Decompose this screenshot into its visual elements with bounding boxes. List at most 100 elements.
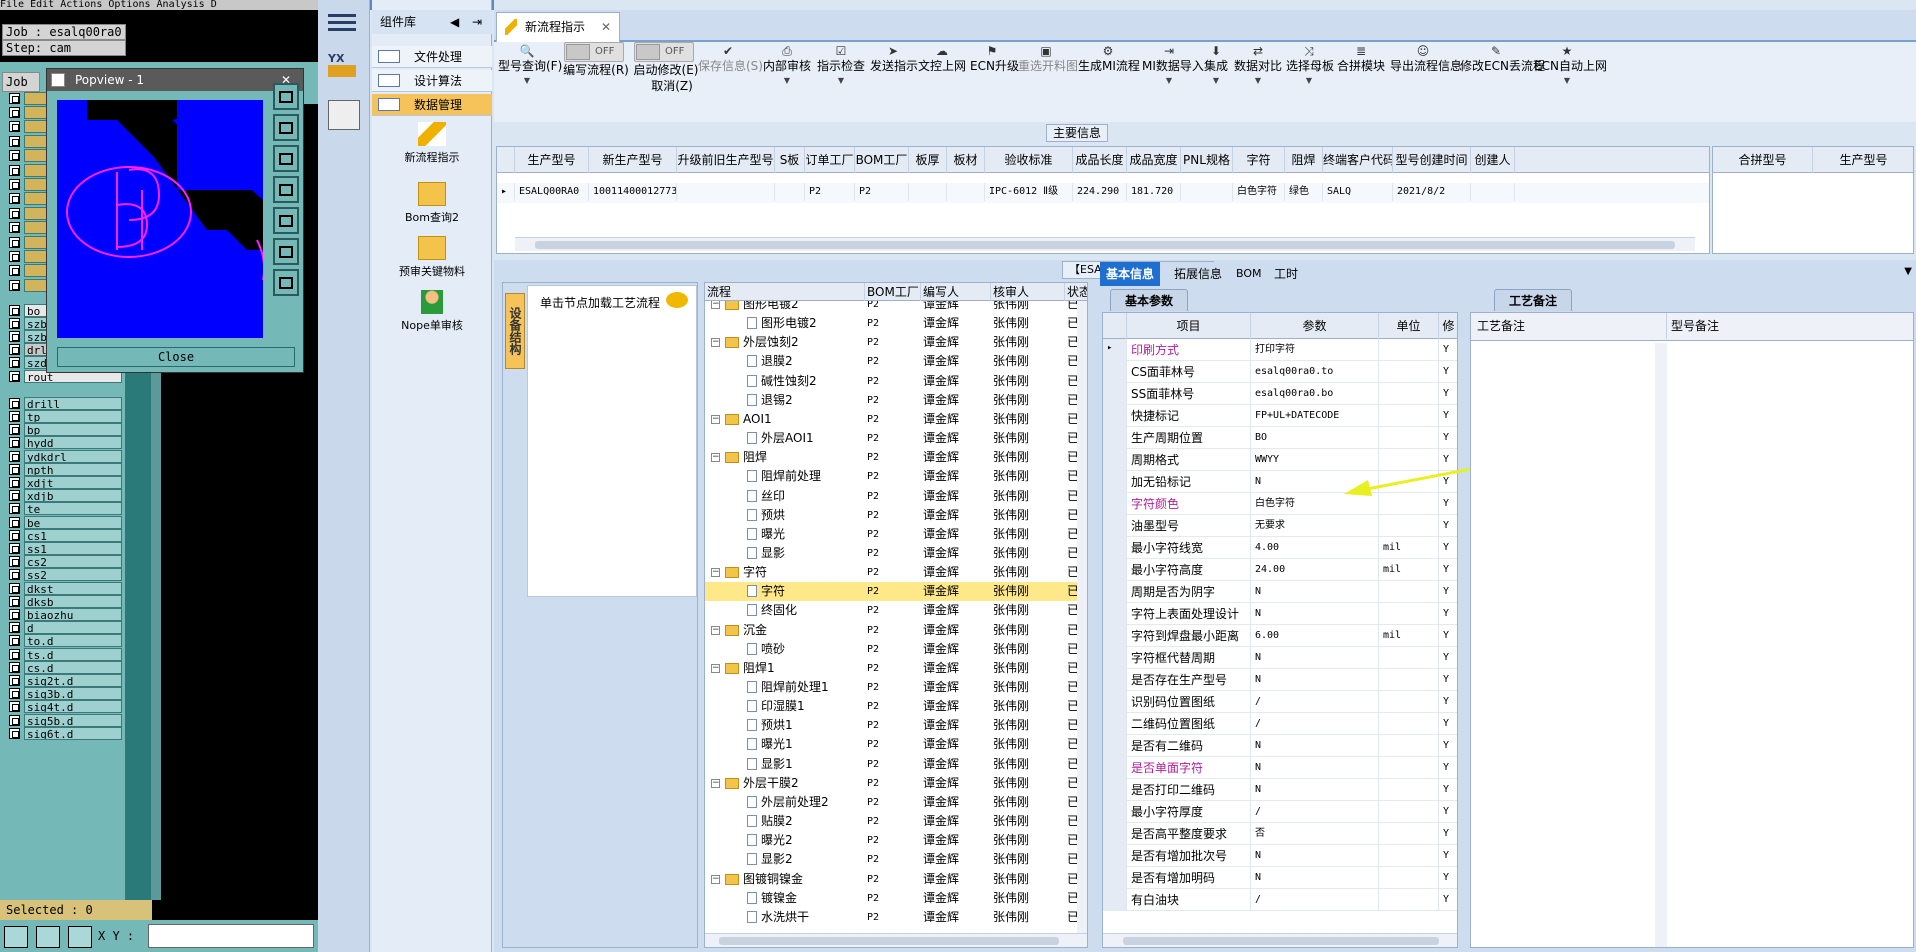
collapse-icon[interactable]: −	[711, 301, 720, 309]
row-selector[interactable]	[1103, 449, 1127, 471]
main-col-header[interactable]: 字符	[1233, 147, 1285, 173]
toolbar-button-7[interactable]: ☁ 文控上网	[918, 44, 966, 114]
tab-work-hours[interactable]: 工时	[1268, 262, 1304, 286]
tree-node[interactable]: 阻焊前处理1 P2 谭金辉 张伟刚 已上网	[705, 678, 1077, 697]
tree-node[interactable]: 喷砂 P2 谭金辉 张伟刚 已上网	[705, 640, 1077, 659]
toolbar-button-5[interactable]: ☑ 指示检查 ▼	[816, 44, 866, 114]
toolbar-button-11[interactable]: ⇥ MI数据导入 ▼	[1142, 44, 1204, 114]
layer-checkbox[interactable]	[9, 674, 20, 686]
popview-up-button[interactable]	[273, 114, 299, 141]
layer-checkbox[interactable]	[9, 207, 20, 219]
row-selector[interactable]	[1103, 735, 1127, 757]
tree-col-header[interactable]: 状态	[1065, 283, 1087, 301]
layer-checkbox[interactable]	[9, 648, 20, 660]
collapse-icon[interactable]: −	[711, 625, 720, 635]
main-col-header[interactable]: 创建人	[1471, 147, 1515, 173]
row-selector[interactable]	[1103, 801, 1127, 823]
main-cell[interactable]: 白色字符	[1233, 183, 1285, 201]
tree-node[interactable]: 预烘 P2 谭金辉 张伟刚 已上网	[705, 506, 1077, 525]
main-cell[interactable]: 181.720	[1127, 183, 1181, 201]
layer-checkbox[interactable]	[9, 635, 20, 647]
layer-checkbox[interactable]	[9, 135, 20, 147]
tab-close-icon[interactable]: ✕	[601, 13, 611, 41]
main-cell[interactable]: P2	[805, 183, 855, 201]
row-selector[interactable]	[1103, 427, 1127, 449]
collapse-icon[interactable]: −	[711, 874, 720, 884]
cam-menubar[interactable]: File Edit Actions Options Analysis D	[0, 0, 318, 10]
toolbar-button-14[interactable]: ⤨ 选择母板 ▼	[1286, 44, 1334, 114]
row-selector[interactable]	[1103, 361, 1127, 383]
tree-node[interactable]: − 图形电镀2 P2 谭金辉 张伟刚 已上网	[705, 301, 1077, 314]
row-selector[interactable]	[1103, 823, 1127, 845]
param-value[interactable]: esalq00ra0.to	[1251, 361, 1379, 383]
tree-node[interactable]: 镀镍金 P2 谭金辉 张伟刚 已上网	[705, 889, 1077, 908]
row-selector[interactable]	[1103, 581, 1127, 603]
param-row[interactable]: 是否单面字符 N Y	[1103, 757, 1457, 779]
param-row[interactable]: 最小字符高度 24.00 mil Y	[1103, 559, 1457, 581]
process-hint-box[interactable]: 单击节点加载工艺流程	[527, 285, 697, 597]
main-cell[interactable]: P2	[855, 183, 909, 201]
tree-col-header[interactable]: 流程	[705, 283, 865, 301]
toolbar-button-8[interactable]: ⚑ ECN升级	[970, 44, 1019, 114]
layer-checkbox[interactable]	[9, 661, 20, 673]
main-col-header[interactable]: 新生产型号	[589, 147, 677, 173]
tree-node[interactable]: 显影1 P2 谭金辉 张伟刚 已上网	[705, 755, 1077, 774]
main-cell[interactable]	[947, 183, 985, 201]
craft-vscroll[interactable]	[1655, 343, 1667, 947]
chevron-down-icon[interactable]: ▼	[1200, 76, 1232, 85]
layer-checkbox[interactable]	[9, 529, 20, 541]
layer-checkbox[interactable]	[9, 150, 20, 162]
main-col-header[interactable]: 终端客户代码	[1323, 147, 1393, 173]
tree-node[interactable]: 印湿膜1 P2 谭金辉 张伟刚 已上网	[705, 697, 1077, 716]
param-value[interactable]: /	[1251, 889, 1379, 911]
main-cell[interactable]	[1471, 183, 1515, 201]
popview-title[interactable]: Popview - 1 ✕	[47, 69, 303, 91]
param-value[interactable]: 无要求	[1251, 515, 1379, 537]
measure-tool-button[interactable]	[36, 926, 60, 948]
param-value[interactable]: FP+UL+DATECODE	[1251, 405, 1379, 427]
param-row[interactable]: 有白油块 / Y	[1103, 889, 1457, 911]
collapse-icon[interactable]: −	[711, 338, 720, 348]
param-row[interactable]: SS面菲林号 esalq00ra0.bo Y	[1103, 383, 1457, 405]
row-selector[interactable]	[1103, 625, 1127, 647]
toolbar-button-3[interactable]: ✔ 保存信息(S)	[698, 44, 763, 114]
row-selector[interactable]: ▸	[1103, 339, 1127, 361]
param-row[interactable]: 最小字符厚度 / Y	[1103, 801, 1457, 823]
row-selector[interactable]	[1103, 757, 1127, 779]
param-value[interactable]: /	[1251, 691, 1379, 713]
tree-node[interactable]: − 阻焊 P2 谭金辉 张伟刚 已上网	[705, 448, 1077, 467]
tree-node[interactable]: 外层AOI1 P2 谭金辉 张伟刚 已上网	[705, 429, 1077, 448]
merge-grid[interactable]: 合拼型号 生产型号	[1712, 146, 1914, 254]
xy-input[interactable]	[148, 924, 314, 948]
toolbar-button-6[interactable]: ➤ 发送指示	[870, 44, 918, 114]
tab-bom[interactable]: BOM	[1230, 262, 1268, 286]
row-selector[interactable]	[1103, 603, 1127, 625]
param-row[interactable]: 是否高平整度要求否 Y	[1103, 823, 1457, 845]
chevron-down-icon[interactable]: ▼	[498, 76, 556, 85]
calculator-icon[interactable]	[328, 100, 360, 130]
toolbar-button-13[interactable]: ⇄ 数据对比 ▼	[1234, 44, 1282, 114]
tab-basic-info[interactable]: 基本信息	[1100, 262, 1161, 286]
tabs-dropdown-icon[interactable]: ▼	[1904, 266, 1912, 277]
tree-node[interactable]: 丝印 P2 谭金辉 张伟刚 已上网	[705, 487, 1077, 506]
tree-node[interactable]: − 外层干膜2 P2 谭金辉 张伟刚 已上网	[705, 774, 1077, 793]
param-value[interactable]: 4.00	[1251, 537, 1379, 559]
layer-checkbox[interactable]	[9, 516, 20, 528]
param-value[interactable]: N	[1251, 735, 1379, 757]
tree-col-header[interactable]: BOM工厂	[865, 283, 921, 301]
grid-tool-button[interactable]	[68, 926, 92, 948]
cancel-button[interactable]: 取消(Z)	[642, 78, 702, 96]
param-value[interactable]: 6.00	[1251, 625, 1379, 647]
toolbar-button-18[interactable]: ★ ECN自动上网 ▼	[1534, 44, 1607, 114]
row-selector[interactable]	[1103, 691, 1127, 713]
param-row[interactable]: 字符到焊盘最小距离 6.00 mil Y	[1103, 625, 1457, 647]
main-hscroll[interactable]	[515, 237, 1695, 251]
param-row[interactable]: 字符框代替周期 N Y	[1103, 647, 1457, 669]
tree-node[interactable]: 碱性蚀刻2 P2 谭金辉 张伟刚 已上网	[705, 372, 1077, 391]
param-value[interactable]: /	[1251, 801, 1379, 823]
main-cell[interactable]	[1181, 183, 1233, 201]
row-selector[interactable]	[1103, 515, 1127, 537]
layer-checkbox[interactable]	[9, 397, 20, 409]
main-col-header[interactable]: 生产型号	[515, 147, 589, 173]
layer-checkbox[interactable]	[9, 330, 20, 342]
